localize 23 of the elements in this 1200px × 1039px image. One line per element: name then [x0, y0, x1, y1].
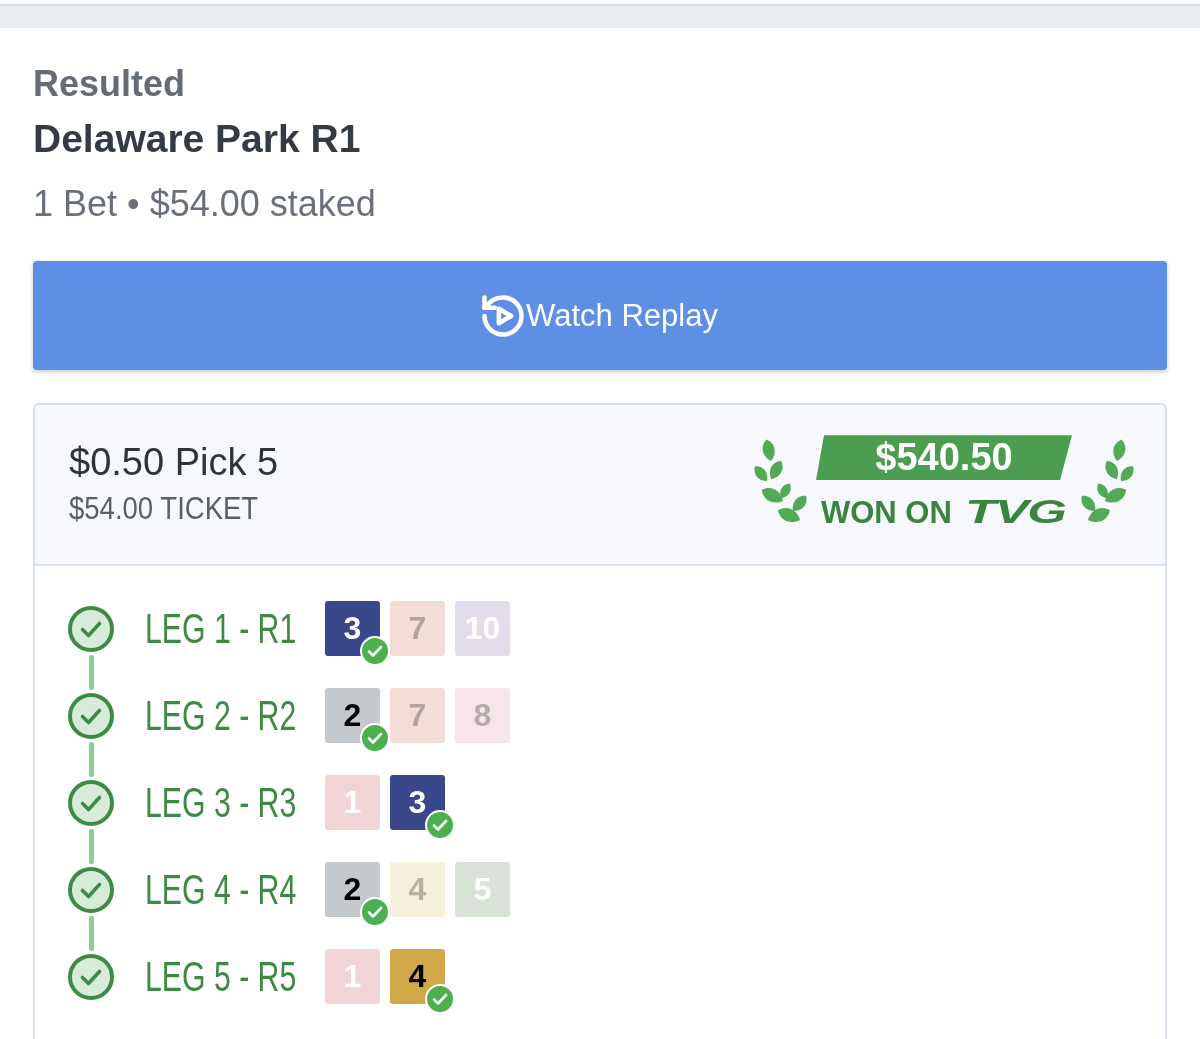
leg-label: LEG 5 - R5 [145, 951, 297, 1002]
bet-type: $0.50 Pick 5 [69, 440, 280, 486]
connector-line [88, 654, 94, 690]
leg-label: LEG 3 - R3 [145, 777, 297, 828]
runner-number: 4 [390, 862, 445, 918]
status-text: Resulted [33, 62, 187, 106]
race-title: Delaware Park R1 [33, 116, 362, 163]
connector-line [88, 828, 94, 864]
connector-line [88, 915, 94, 951]
ticket-cost: $54.00 TICKET [69, 488, 259, 528]
leg-label: LEG 1 - R1 [145, 603, 297, 654]
runner-number: 7 [390, 688, 445, 744]
watch-replay-button[interactable]: Watch Replay [33, 261, 1167, 371]
runner-number: 8 [455, 688, 510, 744]
replay-icon [482, 294, 525, 337]
winnings-banner: $540.50 [816, 435, 1072, 481]
connector-line [88, 741, 94, 777]
logo-wordmark: TVG [964, 491, 1066, 532]
runner-number: 7 [390, 601, 445, 657]
bet-summary: 1 Bet • $54.00 staked [33, 182, 377, 226]
won-label: WON ON [821, 494, 952, 532]
leg-label: LEG 4 - R4 [145, 864, 297, 915]
leg-label: LEG 2 - R2 [145, 690, 297, 741]
